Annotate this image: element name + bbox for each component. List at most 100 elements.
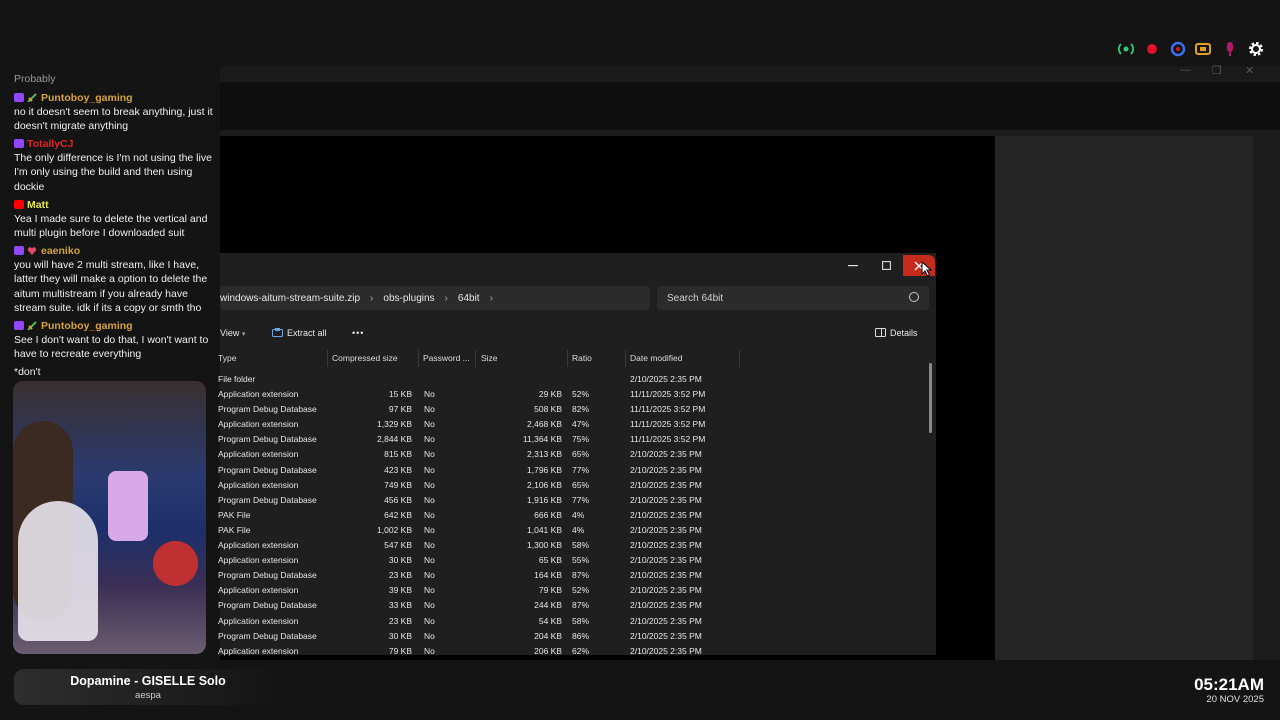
cell-compressed: 547 KB (384, 540, 412, 551)
table-row[interactable]: Application extension 23 KB No 54 KB 58% 2/10… (218, 614, 740, 629)
chat-message-trailing: *don't (14, 366, 41, 378)
song-artist: aespa (135, 690, 161, 701)
explorer-minimize-button[interactable] (837, 255, 869, 276)
cell-date: 11/11/2025 3:52 PM (630, 419, 706, 430)
cell-ratio: 77% (572, 494, 590, 505)
table-row[interactable]: Program Debug Database 2,844 KB No 11,364 K… (218, 432, 740, 447)
details-pane-icon (875, 328, 886, 337)
search-input[interactable]: Search 64bit (657, 286, 929, 310)
replay-buffer-icon[interactable] (1194, 39, 1214, 59)
details-pane-button[interactable]: Details (875, 328, 918, 338)
minimize-icon[interactable]: — (1180, 64, 1191, 76)
chat-username: Puntoboy_gaming (41, 320, 133, 332)
obs-titlebar: — ❐ ✕ (220, 64, 1280, 80)
column-header-size[interactable]: Size (481, 353, 498, 363)
twitch-badge-icon (14, 246, 24, 255)
cell-size: 164 KB (534, 570, 562, 581)
table-row[interactable]: Program Debug Database 97 KB No 508 KB 82% 11… (218, 402, 740, 417)
column-header-password[interactable]: Password ... (423, 353, 470, 363)
cell-date: 2/10/2025 2:35 PM (630, 540, 702, 551)
cell-size: 54 KB (538, 615, 562, 626)
cell-type: Program Debug Database (218, 494, 317, 505)
table-row[interactable]: Program Debug Database 30 KB No 204 KB 86% 2/… (218, 629, 740, 644)
view-menu-button[interactable]: View ▾ (220, 328, 245, 338)
breadcrumb-item[interactable]: windows-aitum-stream-suite.zip (220, 293, 360, 304)
cell-type: Application extension (218, 615, 299, 626)
maximize-icon (881, 261, 891, 270)
table-row[interactable]: Program Debug Database 23 KB No 164 KB 87% 2/… (218, 568, 740, 583)
maximize-icon[interactable]: ❐ (1212, 64, 1222, 77)
breadcrumb-item[interactable]: obs-plugins (383, 293, 434, 304)
song-title: Dopamine - GISELLE Solo (70, 674, 226, 688)
cell-size: 1,916 KB (527, 494, 562, 505)
table-row[interactable]: PAK File 642 KB No 666 KB 4% 2/10/2025 2:35 P… (218, 508, 740, 523)
chat-message: eaeniko you will have 2 multi stream, li… (14, 244, 214, 315)
cell-ratio: 87% (572, 600, 590, 611)
cell-size: 29 KB (538, 389, 562, 400)
chat-text: The only difference is I'm not using the… (14, 152, 212, 193)
sword-badge-icon (27, 321, 37, 330)
cell-ratio: 4% (572, 524, 585, 535)
extract-all-button[interactable]: Extract all (272, 328, 327, 338)
cell-compressed: 815 KB (384, 449, 412, 460)
chat-message: Matt Yea I made sure to delete the verti… (14, 198, 214, 241)
cell-compressed: 2,844 KB (377, 434, 412, 445)
now-playing-widget: Dopamine - GISELLE Solo aespa (14, 669, 282, 705)
explorer-toolbar: View ▾ Extract all ••• Details (220, 323, 936, 345)
cell-compressed: 33 KB (388, 600, 412, 611)
breadcrumb-item[interactable]: 64bit (458, 293, 480, 304)
table-row[interactable]: Program Debug Database 456 KB No 1,916 KB 77… (218, 493, 740, 508)
table-row[interactable]: File folder 2/10/2025 2:35 PM (218, 372, 740, 387)
clock-time: 05:21AM (1194, 675, 1264, 694)
table-row[interactable]: Application extension 30 KB No 65 KB 55% 2/10… (218, 553, 740, 568)
table-row[interactable]: Application extension 1,329 KB No 2,468 KB 4… (218, 417, 740, 432)
table-row[interactable]: Program Debug Database 33 KB No 244 KB 87% 2/… (218, 598, 740, 613)
table-row[interactable]: Program Debug Database 423 KB No 1,796 KB 77… (218, 463, 740, 478)
cell-date: 2/10/2025 2:35 PM (630, 570, 702, 581)
chevron-right-icon: › (370, 292, 374, 304)
scrollbar[interactable] (929, 363, 932, 433)
record-icon[interactable] (1142, 39, 1162, 59)
table-row[interactable]: Application extension 39 KB No 79 KB 52% 2/10… (218, 583, 740, 598)
cell-password: No (424, 389, 435, 400)
cell-compressed: 30 KB (388, 555, 412, 566)
cell-type: Program Debug Database (218, 600, 317, 611)
settings-gear-icon[interactable] (1246, 39, 1266, 59)
file-explorer-window: windows-aitum-stream-suite.zip › obs-plu… (218, 253, 936, 656)
table-row[interactable]: Application extension 15 KB No 29 KB 52% 11/1… (218, 387, 740, 402)
close-icon[interactable]: ✕ (1245, 64, 1254, 77)
cell-date: 2/10/2025 2:35 PM (630, 645, 702, 656)
column-header-date[interactable]: Date modified (630, 353, 682, 363)
cell-size: 204 KB (534, 630, 562, 641)
column-header-compressed[interactable]: Compressed size (332, 353, 398, 363)
file-list: File folder 2/10/2025 2:35 PM Application … (218, 372, 740, 659)
virtual-cam-icon[interactable] (1168, 39, 1188, 59)
table-row[interactable]: PAK File 1,002 KB No 1,041 KB 4% 2/10/2025 2:… (218, 523, 740, 538)
table-row[interactable]: Application extension 815 KB No 2,313 KB 65%… (218, 447, 740, 462)
explorer-titlebar (220, 253, 936, 277)
table-row[interactable]: Application extension 79 KB No 206 KB 62% 2/1… (218, 644, 740, 659)
cell-size: 79 KB (538, 585, 562, 596)
cell-date: 2/10/2025 2:35 PM (630, 615, 702, 626)
cell-date: 11/11/2025 3:52 PM (630, 434, 706, 445)
cell-password: No (424, 570, 435, 581)
cell-compressed: 97 KB (388, 404, 412, 415)
column-header-type[interactable]: Type (218, 353, 236, 363)
cell-date: 2/10/2025 2:35 PM (630, 630, 702, 641)
table-row[interactable]: Application extension 749 KB No 2,106 KB 65%… (218, 478, 740, 493)
cell-ratio: 52% (572, 585, 590, 596)
stream-status-icon[interactable] (1116, 39, 1136, 59)
column-header-ratio[interactable]: Ratio (572, 353, 592, 363)
mic-icon[interactable] (1220, 39, 1240, 59)
more-options-button[interactable]: ••• (352, 328, 364, 338)
chat-username: TotallyCJ (27, 138, 74, 150)
cell-size: 666 KB (534, 509, 562, 520)
cell-password: No (424, 615, 435, 626)
column-headers: Type Compressed size Password ... Size R… (218, 350, 740, 368)
cell-ratio: 77% (572, 464, 590, 475)
explorer-maximize-button[interactable] (870, 255, 902, 276)
table-row[interactable]: Application extension 547 KB No 1,300 KB 58%… (218, 538, 740, 553)
cell-compressed: 23 KB (388, 570, 412, 581)
address-bar[interactable]: windows-aitum-stream-suite.zip › obs-plu… (220, 286, 650, 310)
cell-password: No (424, 509, 435, 520)
